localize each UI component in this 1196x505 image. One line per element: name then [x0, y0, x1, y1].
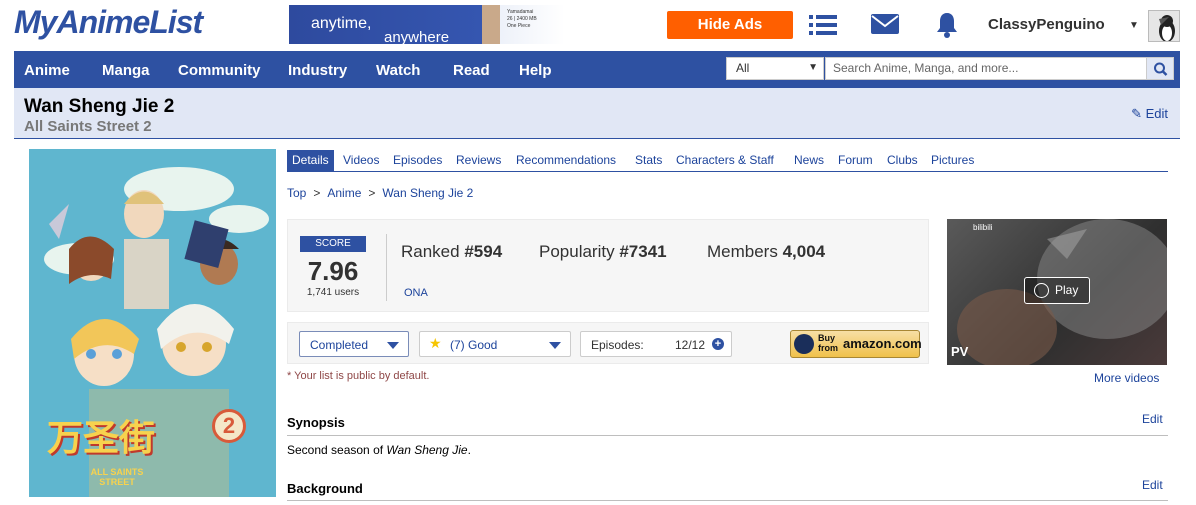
site-logo[interactable]: MyAnimeList — [14, 4, 203, 41]
video-label: PV — [951, 344, 969, 359]
cover-title-art: 万圣街 — [47, 418, 156, 459]
tab-episodes[interactable]: Episodes — [393, 153, 442, 167]
star-icon: ★ — [429, 335, 442, 351]
divider — [287, 435, 1168, 436]
episodes-count: 12/12 — [675, 338, 706, 352]
edit-title-link[interactable]: ✎ Edit — [1131, 106, 1168, 122]
rating-select[interactable]: ★ (7) Good — [419, 331, 571, 357]
user-list-panel: Completed ★ (7) Good Episodes: 12/12 + B… — [287, 322, 929, 364]
play-icon — [1034, 283, 1049, 298]
list-icon[interactable] — [809, 13, 837, 42]
type-link[interactable]: ONA — [404, 287, 428, 299]
nav-watch[interactable]: Watch — [376, 62, 420, 79]
chevron-down-icon — [387, 342, 399, 349]
anime-tabs: Details Videos Episodes Reviews Recommen… — [287, 150, 1168, 172]
nav-industry[interactable]: Industry — [288, 62, 347, 79]
tab-stats[interactable]: Stats — [635, 153, 662, 167]
page-title: Wan Sheng Jie 2 — [24, 96, 175, 117]
nav-read[interactable]: Read — [453, 62, 490, 79]
tab-recommendations[interactable]: Recommendations — [516, 153, 616, 167]
tab-reviews[interactable]: Reviews — [456, 153, 501, 167]
breadcrumb: Top > Anime > Wan Sheng Jie 2 — [287, 186, 474, 200]
nav-help[interactable]: Help — [519, 62, 552, 79]
trailer-video[interactable]: bilibili Play PV — [947, 219, 1167, 365]
increment-episode-button[interactable]: + — [712, 338, 724, 350]
tab-characters-staff[interactable]: Characters & Staff — [676, 153, 774, 167]
main-nav: Anime Manga Community Industry Watch Rea… — [14, 51, 1180, 88]
mail-icon[interactable] — [871, 14, 899, 39]
amazon-buy-button[interactable]: Buy from amazon.com — [790, 330, 922, 358]
ad-text-line2: anywhere — [384, 29, 450, 44]
synopsis-text: Second season of Wan Sheng Jie. — [287, 443, 471, 457]
tab-videos[interactable]: Videos — [343, 153, 379, 167]
breadcrumb-anime[interactable]: Anime — [327, 186, 361, 200]
video-watermark: bilibili — [973, 223, 993, 232]
cover-season-badge: 2 — [212, 409, 246, 443]
tab-details[interactable]: Details — [287, 150, 334, 171]
pencil-icon: ✎ — [1131, 106, 1142, 121]
ad-thumbnail — [482, 5, 500, 44]
search-input[interactable]: Search Anime, Manga, and more... — [825, 57, 1147, 80]
hide-ads-button[interactable]: Hide Ads — [667, 11, 793, 39]
search-icon — [1154, 62, 1168, 76]
anime-cover-image[interactable]: 万圣街 ALL SAINTS STREET 2 — [29, 149, 276, 497]
more-videos-link[interactable]: More videos — [1094, 371, 1159, 385]
status-select[interactable]: Completed — [299, 331, 409, 357]
ad-mini-text: Yamadamai 26 | 2400 MB One Piece — [507, 9, 537, 29]
score-label: SCORE — [300, 236, 366, 252]
edit-background-link[interactable]: Edit — [1142, 478, 1163, 492]
members-stat: Members 4,004 — [707, 242, 826, 261]
score-panel: SCORE 7.96 1,741 users Ranked #594 Popul… — [287, 219, 929, 312]
edit-synopsis-link[interactable]: Edit — [1142, 412, 1163, 426]
ad-text-line1: anytime, — [311, 15, 372, 32]
username-menu[interactable]: ClassyPenguino — [988, 16, 1105, 33]
play-button[interactable]: Play — [1024, 277, 1090, 304]
amazon-icon — [794, 334, 814, 354]
breadcrumb-top[interactable]: Top — [287, 186, 306, 200]
ranked-stat: Ranked #594 — [401, 242, 503, 261]
search-scope-select[interactable]: All ▼ — [726, 57, 824, 80]
episodes-progress: Episodes: 12/12 + — [580, 331, 732, 357]
breadcrumb-title[interactable]: Wan Sheng Jie 2 — [382, 186, 473, 200]
chevron-down-icon: ▼ — [808, 62, 818, 73]
nav-anime[interactable]: Anime — [24, 62, 70, 79]
tab-news[interactable]: News — [794, 153, 824, 167]
score-users: 1,741 users — [306, 287, 360, 298]
nav-community[interactable]: Community — [178, 62, 261, 79]
english-title: All Saints Street 2 — [24, 118, 152, 135]
title-band: Wan Sheng Jie 2 All Saints Street 2 ✎ Ed… — [14, 88, 1180, 139]
chevron-down-icon — [549, 342, 561, 349]
score-divider — [386, 234, 387, 301]
tab-clubs[interactable]: Clubs — [887, 153, 918, 167]
bell-icon[interactable] — [935, 12, 959, 43]
public-list-note: * Your list is public by default. — [287, 370, 430, 382]
chevron-down-icon[interactable]: ▼ — [1129, 20, 1139, 31]
nav-manga[interactable]: Manga — [102, 62, 150, 79]
tab-pictures[interactable]: Pictures — [931, 153, 974, 167]
score-value: 7.96 — [307, 256, 359, 286]
avatar[interactable] — [1148, 10, 1180, 42]
popularity-stat: Popularity #7341 — [539, 242, 667, 261]
search-button[interactable] — [1146, 57, 1174, 80]
divider — [287, 500, 1168, 501]
background-heading: Background — [287, 481, 363, 496]
cover-subtitle-art: ALL SAINTS STREET — [90, 467, 144, 487]
ad-banner[interactable]: anytime, anywhere Yamadamai 26 | 2400 MB… — [289, 5, 565, 44]
tab-forum[interactable]: Forum — [838, 153, 873, 167]
synopsis-heading: Synopsis — [287, 415, 345, 430]
